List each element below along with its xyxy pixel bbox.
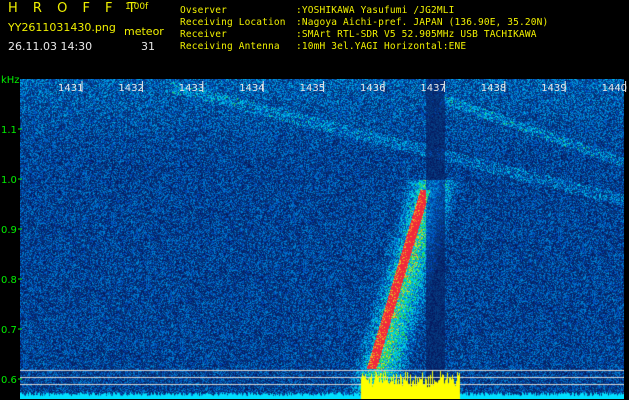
location-label: Receiving Location <box>180 17 286 28</box>
location-value: :Nagoya Aichi-pref. JAPAN (136.90E, 35.2… <box>296 17 549 28</box>
y-tick-label: 0.8 <box>1 275 17 286</box>
y-tick-label: 1.0 <box>1 175 17 186</box>
y-axis-ticks: 1.1 1.0 0.9 0.8 0.7 0.6 <box>1 125 22 386</box>
y-tick-label: 0.7 <box>1 325 17 336</box>
antenna-value: :10mH 3el.YAGI Horizontal:ENE <box>296 41 467 52</box>
spectrogram-plot <box>20 79 624 399</box>
receiver-label: Receiver <box>180 29 227 40</box>
receiver-value: :SMArt RTL-SDR V5 52.905MHz USB TACHIKAW… <box>296 29 537 40</box>
y-tick-label: 1.1 <box>1 125 17 136</box>
header-panel: H R O F F T 1.00f YY2611031430.png meteo… <box>0 0 629 78</box>
app-title: H R O F F T <box>8 1 142 16</box>
observer-value: :YOSHIKAWA Yasufumi /JG2MLI <box>296 5 455 16</box>
y-tick-label: 0.6 <box>1 375 17 386</box>
observer-label: Ovserver <box>180 5 227 16</box>
capture-datetime: 26.11.03 14:30 <box>8 40 93 53</box>
meteor-count-value: 31 <box>141 40 155 53</box>
antenna-label: Receiving Antenna <box>180 41 280 52</box>
meteor-count-label: meteor <box>124 25 164 38</box>
y-tick-label: 0.9 <box>1 225 17 236</box>
app-version: 1.00f <box>125 2 149 12</box>
image-filename: YY2611031430.png <box>8 21 116 34</box>
